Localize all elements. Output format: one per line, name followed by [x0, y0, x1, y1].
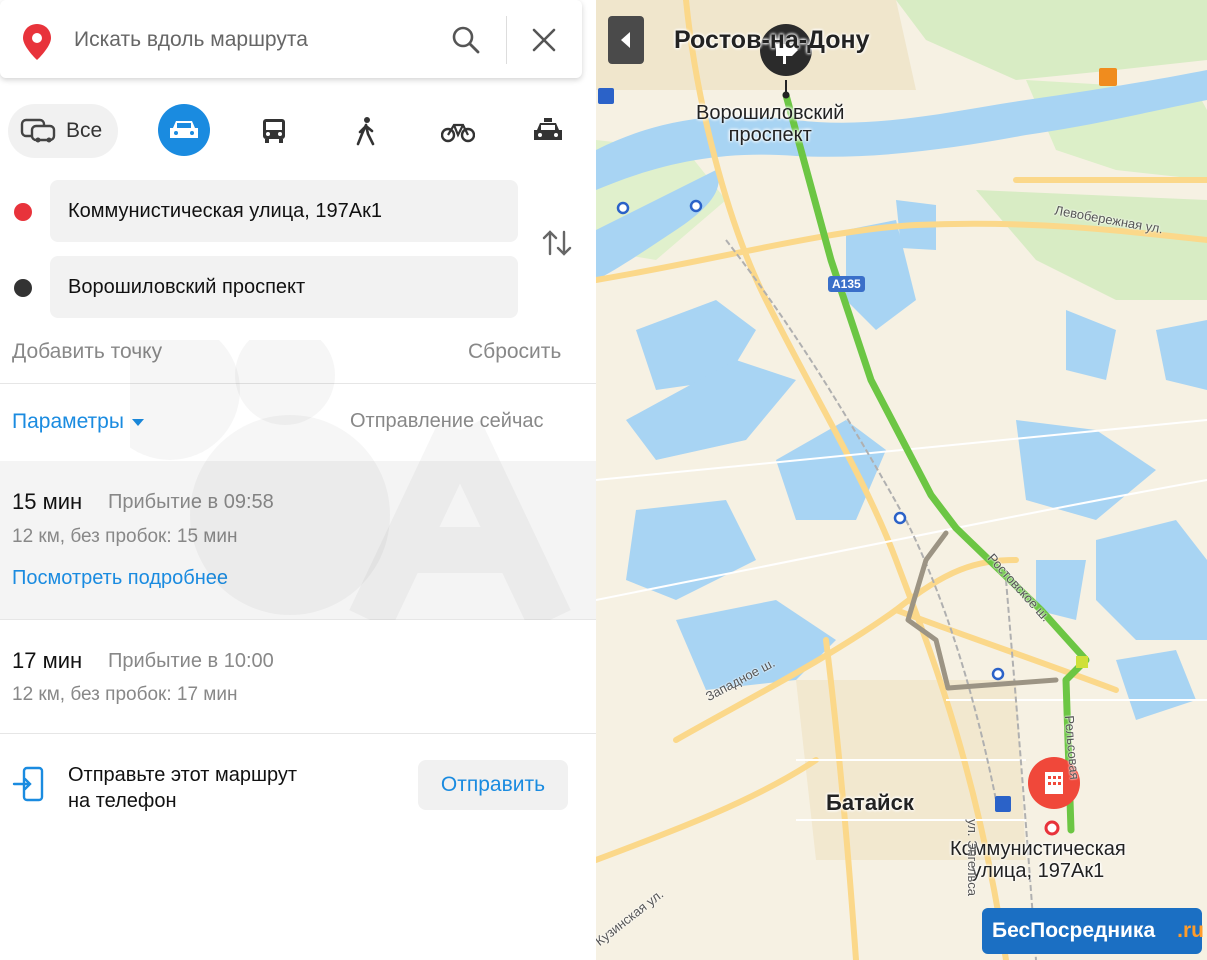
- add-point-button[interactable]: Добавить точку: [12, 340, 162, 364]
- map-pin-icon: [23, 24, 51, 60]
- route-point-to: Ворошиловский проспект: [0, 256, 596, 318]
- brand-name: БесПосредника: [992, 919, 1156, 942]
- route-arrival: Прибытие в 09:58: [108, 491, 274, 513]
- start-label-line2: проспект: [728, 124, 812, 146]
- city-label: Батайск: [826, 790, 914, 815]
- close-icon[interactable]: [526, 22, 562, 58]
- mode-bike-button[interactable]: [432, 104, 484, 158]
- mode-taxi-button[interactable]: [522, 104, 574, 158]
- parameters-label: Параметры: [12, 410, 124, 433]
- pedestrian-icon: [356, 117, 375, 146]
- mode-car-button[interactable]: [158, 104, 210, 156]
- send-text-line2: на телефон: [68, 790, 177, 812]
- cars-icon: [20, 118, 56, 143]
- car-icon: [170, 121, 198, 138]
- start-label-line1: Ворошиловский: [696, 102, 845, 124]
- mode-all-label: Все: [66, 119, 103, 142]
- route-duration: 15 мин: [12, 489, 83, 514]
- search-divider: [506, 16, 507, 64]
- parameters-dropdown[interactable]: Параметры: [12, 410, 144, 434]
- bicycle-icon: [441, 123, 475, 143]
- bus-icon: [263, 119, 285, 143]
- taxi-icon: [534, 118, 562, 140]
- street-label: ул. Энгельса: [964, 819, 980, 896]
- route-arrival: Прибытие в 10:00: [108, 650, 274, 672]
- start-point-label: Ворошиловский проспект: [696, 102, 844, 146]
- send-text-line1: Отправьте этот маршрут: [68, 764, 298, 786]
- road-number-badge: А135: [828, 276, 865, 292]
- mode-walk-button[interactable]: [340, 104, 392, 158]
- search-input[interactable]: Искать вдоль маршрута: [74, 28, 308, 52]
- divider: [0, 383, 596, 384]
- route-panel: Искать вдоль маршрута Все Коммунистическ…: [0, 0, 596, 960]
- swap-icon[interactable]: [540, 228, 574, 258]
- route-duration: 17 мин: [12, 648, 83, 673]
- caret-down-icon: [131, 418, 144, 426]
- from-field[interactable]: Коммунистическая улица, 197Ак1: [50, 180, 518, 242]
- mode-bus-button[interactable]: [248, 104, 300, 158]
- brand-logo: БесПосредника .ru: [982, 908, 1204, 954]
- reset-button[interactable]: Сбросить: [468, 340, 561, 364]
- chevron-left-icon: [621, 32, 630, 48]
- send-to-phone-text: Отправьте этот маршрут на телефон: [68, 762, 297, 814]
- route-point-from: Коммунистическая улица, 197Ак1: [0, 180, 596, 242]
- start-point-dot: [14, 203, 32, 221]
- brand-tld: .ru: [1177, 919, 1204, 942]
- send-button[interactable]: Отправить: [418, 760, 568, 810]
- mode-all-button[interactable]: Все: [8, 104, 118, 158]
- route-option[interactable]: 15 мин Прибытие в 09:58 12 км, без пробо…: [0, 461, 596, 619]
- to-field[interactable]: Ворошиловский проспект: [50, 256, 518, 318]
- map-canvas: [596, 0, 1207, 960]
- search-icon[interactable]: [448, 22, 484, 58]
- city-label: Ростов-на-Дону: [674, 26, 870, 54]
- route-details-link[interactable]: Посмотреть подробнее: [12, 567, 228, 590]
- divider: [0, 733, 596, 734]
- route-option[interactable]: 17 мин Прибытие в 10:00 12 км, без пробо…: [0, 620, 596, 732]
- route-info: 12 км, без пробок: 17 мин: [12, 684, 238, 705]
- collapse-panel-button[interactable]: [608, 16, 644, 64]
- transport-modes: Все: [8, 104, 578, 160]
- search-bar: Искать вдоль маршрута: [0, 0, 582, 78]
- end-point-dot: [14, 279, 32, 297]
- departure-time-button[interactable]: Отправление сейчас: [350, 410, 544, 433]
- map-view[interactable]: Ростов-на-Дону Ворошиловский проспект Ба…: [596, 0, 1207, 960]
- send-to-phone: Отправьте этот маршрут на телефон Отправ…: [0, 750, 596, 830]
- send-to-phone-icon: [12, 766, 44, 802]
- route-info: 12 км, без пробок: 15 мин: [12, 526, 238, 547]
